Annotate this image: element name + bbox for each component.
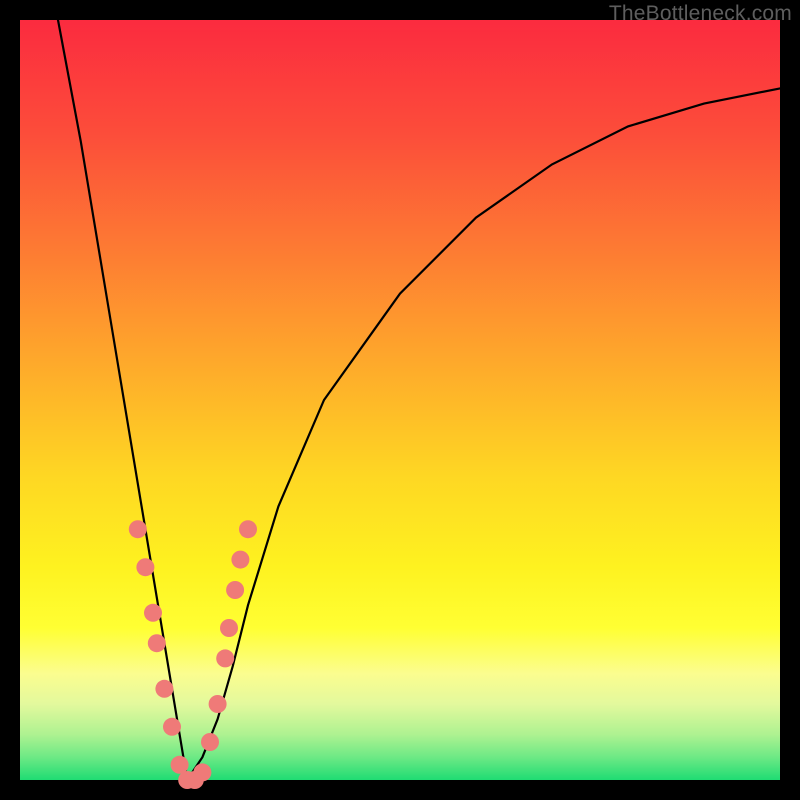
marker-dot [193, 763, 211, 781]
marker-dot [129, 520, 147, 538]
marker-dot [148, 634, 166, 652]
marker-dot [155, 680, 173, 698]
marker-dot [220, 619, 238, 637]
watermark-text: TheBottleneck.com [609, 2, 792, 26]
marker-dot [209, 695, 227, 713]
curve-layer [20, 20, 780, 780]
marker-dot [201, 733, 219, 751]
marker-dot [136, 558, 154, 576]
marker-dot [216, 649, 234, 667]
marker-dot [226, 581, 244, 599]
bottleneck-curve [58, 20, 780, 780]
marker-dot [163, 718, 181, 736]
marker-dot [231, 551, 249, 569]
marker-dot [239, 520, 257, 538]
marker-group [129, 520, 257, 789]
marker-dot [144, 604, 162, 622]
outer-frame: TheBottleneck.com [0, 0, 800, 800]
